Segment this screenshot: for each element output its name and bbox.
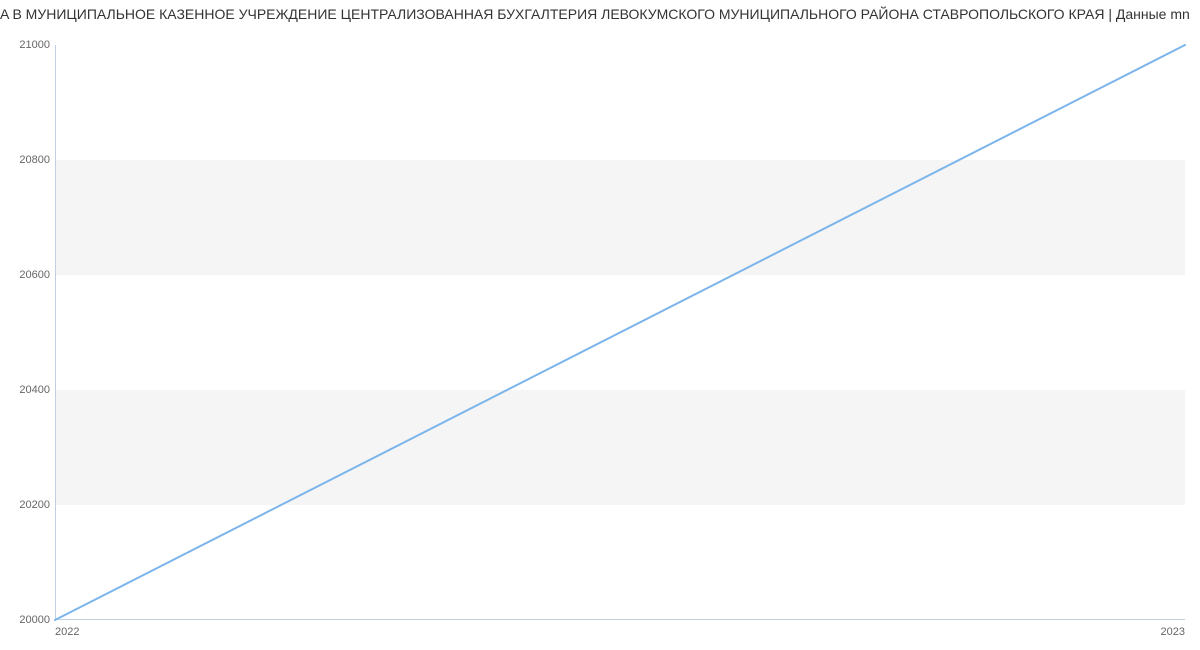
line-layer — [55, 45, 1185, 620]
series-line — [55, 45, 1185, 620]
y-tick-label: 20000 — [0, 614, 50, 626]
x-tick-label: 2023 — [1161, 626, 1185, 638]
y-tick-label: 20400 — [0, 384, 50, 396]
y-tick-label: 21000 — [0, 39, 50, 51]
plot-area — [55, 45, 1185, 620]
y-tick-label: 20800 — [0, 154, 50, 166]
chart-container: A В МУНИЦИПАЛЬНОЕ КАЗЕННОЕ УЧРЕЖДЕНИЕ ЦЕ… — [0, 0, 1200, 650]
y-tick-label: 20600 — [0, 269, 50, 281]
x-tick-label: 2022 — [55, 626, 79, 638]
y-tick-label: 20200 — [0, 499, 50, 511]
chart-title: A В МУНИЦИПАЛЬНОЕ КАЗЕННОЕ УЧРЕЖДЕНИЕ ЦЕ… — [0, 6, 1200, 22]
